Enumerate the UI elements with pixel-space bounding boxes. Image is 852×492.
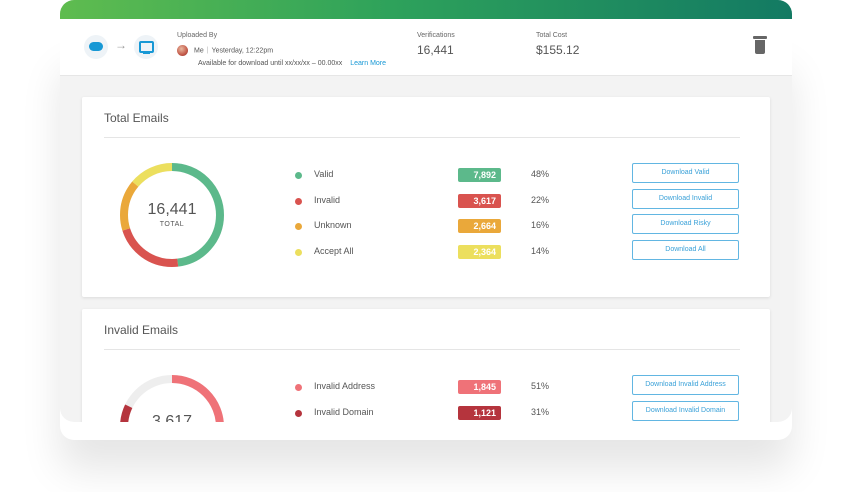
download-button[interactable]: Download Invalid — [632, 188, 739, 209]
count-badge: 2,364 — [458, 244, 501, 259]
brand-gradient-bar — [60, 0, 792, 19]
total-cost-value: $155.12 — [536, 43, 580, 57]
count-badge: 3,617 — [458, 193, 501, 208]
percent-value: 16% — [531, 220, 550, 230]
count-badge: 7,892 — [458, 168, 501, 182]
upload-time: Yesterday, 12:22pm — [211, 47, 274, 55]
download-button[interactable]: Download Invalid Domain — [632, 400, 739, 421]
legend-row: Accept All 2,364 14% Download All — [82, 239, 770, 261]
card-title: Invalid Emails — [104, 323, 179, 337]
availability-row: Available for download until xx/xx/xx – … — [198, 60, 386, 67]
divider — [104, 137, 740, 138]
download-button[interactable]: Download Risky — [632, 214, 739, 234]
invalid-emails-card: Invalid Emails 3,617 Invalid Address 1,84… — [82, 309, 770, 422]
avatar — [177, 45, 188, 56]
legend-dot — [295, 172, 302, 179]
uploader-info: Me | Yesterday, 12:22pm — [177, 45, 273, 56]
arrow-right-icon: → — [115, 38, 127, 52]
count-badge: 2,664 — [458, 219, 501, 233]
download-button[interactable]: Download All — [632, 239, 739, 260]
category-name: Invalid Domain — [314, 406, 374, 417]
category-name: Invalid Address — [314, 381, 376, 391]
legend-row: Unknown 2,664 16% Download Risky — [82, 214, 770, 235]
category-name: Invalid — [314, 194, 341, 205]
count-badge: 1,121 — [458, 405, 501, 420]
percent-value: 51% — [531, 381, 550, 391]
count-badge: 1,845 — [458, 380, 501, 394]
category-name: Accept All — [314, 245, 354, 256]
category-name: Valid — [314, 169, 334, 179]
legend-dot — [295, 409, 302, 417]
percent-value: 22% — [531, 194, 550, 205]
legend-dot — [295, 223, 302, 230]
uploaded-by-label: Uploaded By — [177, 32, 218, 39]
legend-row: Invalid Domain 1,121 31% Download Invalid D… — [82, 400, 770, 422]
upload-header: → Uploaded By Me | Yesterday, 12:22pm Avai… — [60, 19, 792, 76]
percent-value: 31% — [531, 406, 550, 417]
legend-row: Valid 7,892 48% Download Valid — [82, 163, 770, 184]
legend-dot — [295, 384, 302, 391]
category-name: Unknown — [314, 220, 352, 230]
percent-value: 14% — [531, 245, 550, 256]
learn-more-link[interactable]: Learn More — [350, 60, 386, 67]
percent-value: 48% — [531, 169, 550, 179]
salesforce-cloud-icon — [84, 35, 108, 59]
verifications-value: 16,441 — [417, 43, 454, 57]
total-cost-label: Total Cost — [536, 32, 568, 39]
download-button[interactable]: Download Valid — [632, 163, 739, 183]
verifications-label: Verifications — [417, 32, 455, 39]
legend-dot — [295, 197, 302, 205]
download-button[interactable]: Download Invalid Address — [632, 375, 739, 395]
results-window: → Uploaded By Me | Yesterday, 12:22pm Avai… — [60, 0, 792, 422]
legend-row: Invalid 3,617 22% Download Invalid — [82, 188, 770, 210]
legend-dot — [295, 248, 302, 256]
monitor-icon — [134, 35, 158, 59]
trash-icon[interactable] — [753, 36, 767, 54]
total-emails-card: Total Emails 16,441 TOTAL Valid 7,892 48% D… — [82, 97, 770, 297]
availability-note: Available for download until xx/xx/xx – … — [198, 60, 343, 67]
uploader-name: Me — [194, 47, 204, 55]
legend-row: Invalid Address 1,845 51% Download Invalid … — [82, 375, 770, 396]
divider — [104, 349, 740, 350]
card-title: Total Emails — [104, 111, 169, 125]
